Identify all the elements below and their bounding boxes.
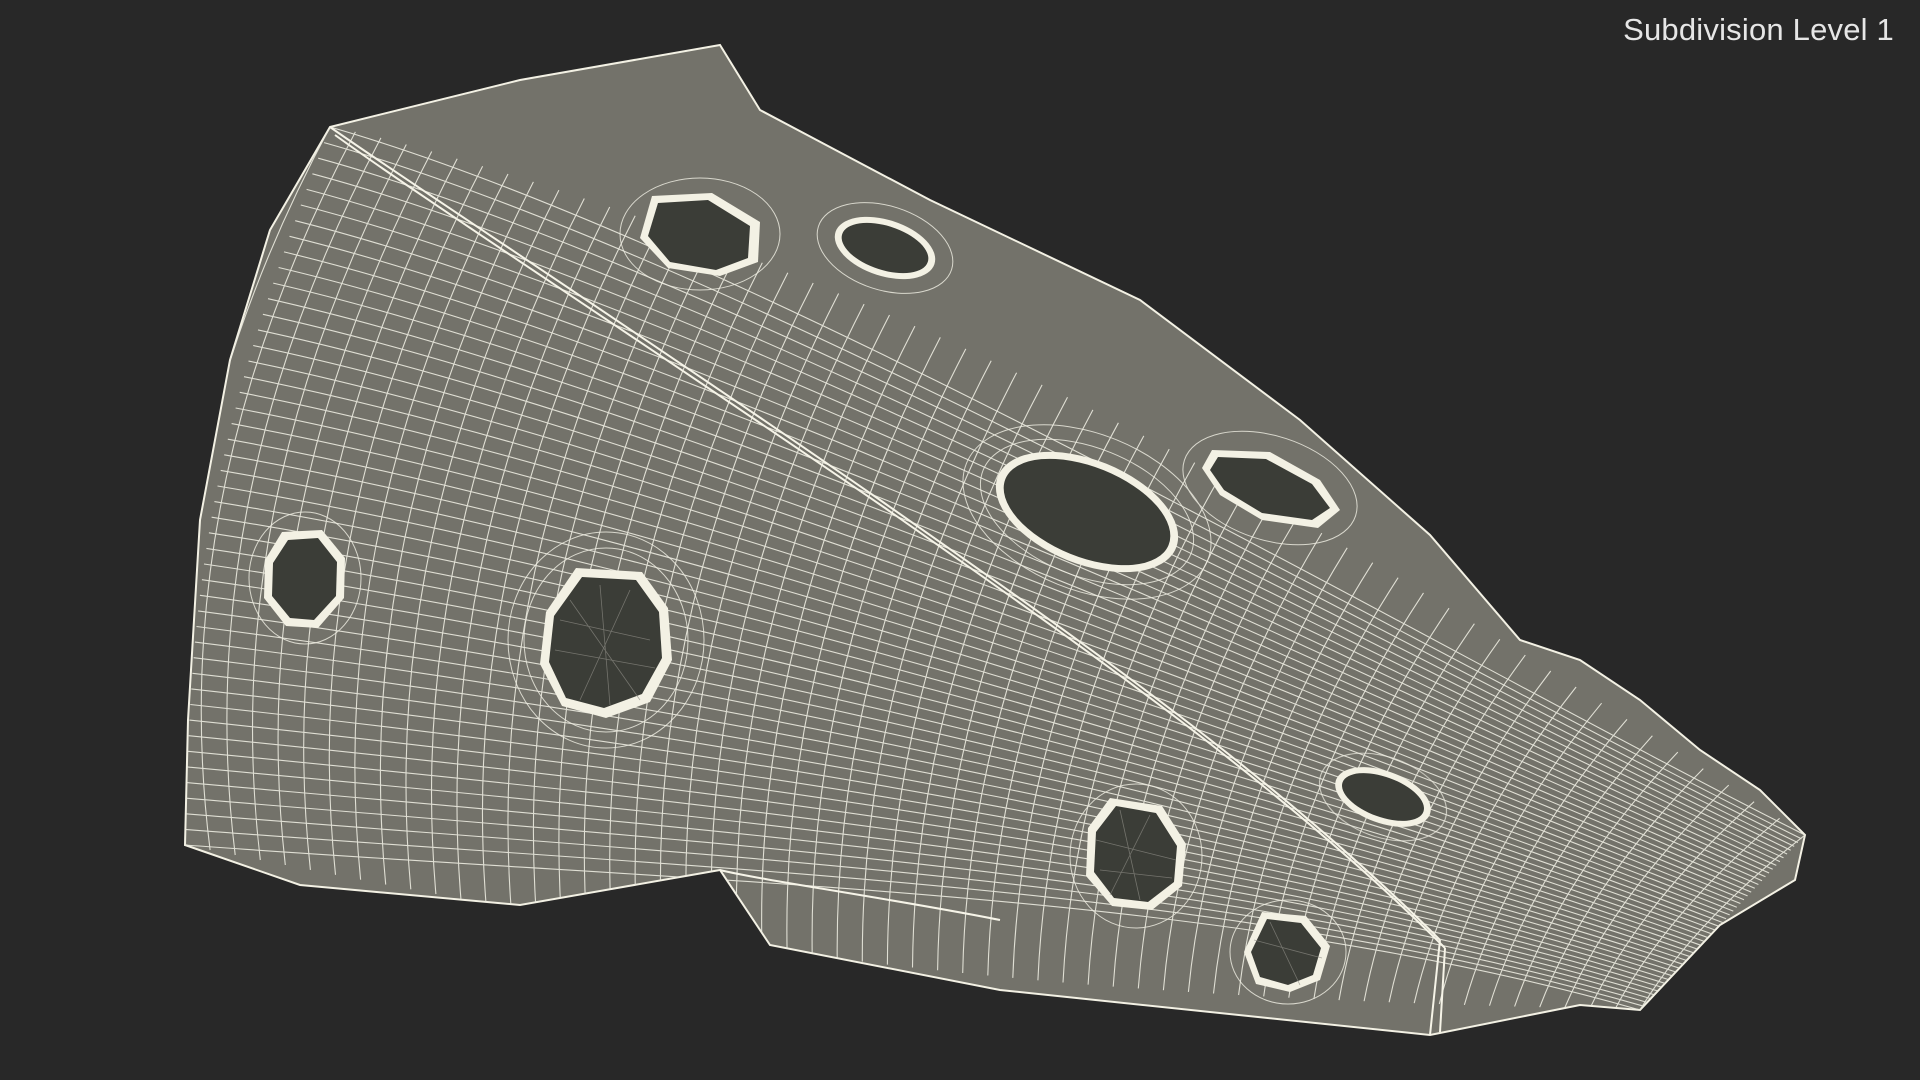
wedge-mesh-wireframe[interactable]: [0, 0, 1920, 1080]
3d-viewport[interactable]: Subdivision Level 1: [0, 0, 1920, 1080]
